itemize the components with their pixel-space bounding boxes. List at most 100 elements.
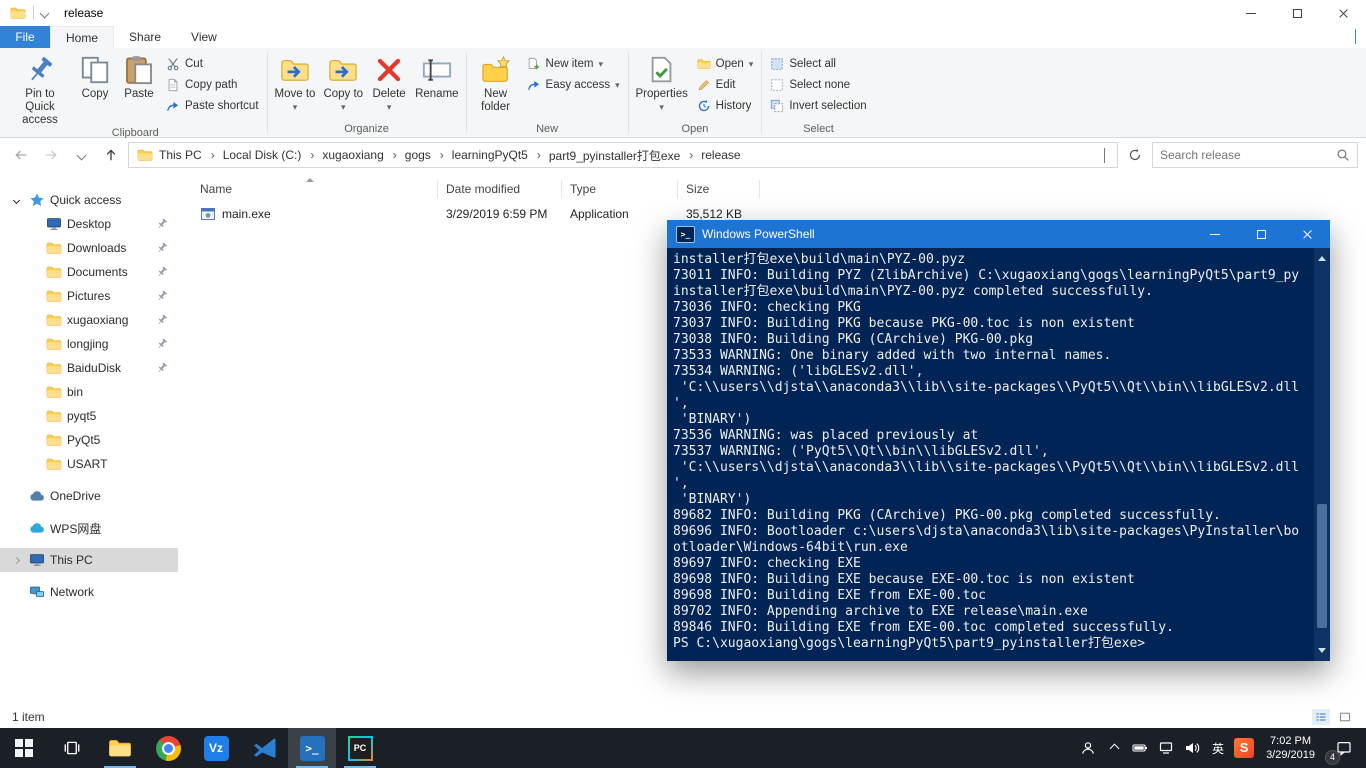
scroll-down-icon[interactable] — [1318, 648, 1326, 657]
search-icon[interactable] — [1336, 148, 1350, 162]
address-dropdown-icon[interactable] — [1096, 148, 1113, 162]
column-header-name[interactable]: Name — [192, 180, 438, 198]
button-label: Copy — [82, 88, 109, 101]
people-button[interactable] — [1075, 728, 1101, 768]
group-label: Open — [632, 120, 759, 137]
sogou-ime-button[interactable]: S — [1231, 728, 1257, 768]
paste-shortcut-button[interactable]: Paste shortcut — [161, 95, 264, 116]
move-to-button[interactable]: Move to — [271, 50, 320, 114]
easy-access-button[interactable]: Easy access — [522, 74, 625, 95]
minimize-button[interactable] — [1228, 0, 1274, 26]
sidebar-item-downloads[interactable]: Downloads — [0, 236, 178, 260]
start-button[interactable] — [0, 728, 48, 768]
sidebar-item-pictures[interactable]: Pictures — [0, 284, 178, 308]
console-scrollbar[interactable] — [1314, 248, 1330, 661]
ime-indicator[interactable]: 英 — [1205, 728, 1231, 768]
sidebar-item-bin[interactable]: bin — [0, 380, 178, 404]
volume-status[interactable] — [1179, 728, 1205, 768]
new-folder-button[interactable]: New folder — [470, 50, 522, 114]
taskbar-file-explorer[interactable] — [96, 728, 144, 768]
breadcrumb-segment[interactable]: learningPyQt5 — [448, 148, 545, 162]
back-button[interactable] — [8, 143, 34, 167]
column-header-date-modified[interactable]: Date modified — [438, 180, 562, 198]
sidebar-item-longjing[interactable]: longjing — [0, 332, 178, 356]
expander-icon[interactable] — [8, 558, 24, 563]
network-status[interactable] — [1153, 728, 1179, 768]
properties-button[interactable]: Properties — [632, 50, 692, 114]
sidebar-item-documents[interactable]: Documents — [0, 260, 178, 284]
tab-share[interactable]: Share — [114, 26, 176, 48]
sidebar-item-baidudisk[interactable]: BaiduDisk — [0, 356, 178, 380]
recent-locations-dropdown[interactable] — [68, 143, 94, 167]
edit-button[interactable]: Edit — [692, 74, 759, 95]
copy-button[interactable]: Copy — [73, 50, 117, 101]
task-view-button[interactable] — [48, 728, 96, 768]
taskbar-vscode[interactable] — [240, 728, 288, 768]
tab-view[interactable]: View — [176, 26, 232, 48]
sidebar-item-this-pc[interactable]: This PC — [0, 548, 178, 572]
large-icons-view-button[interactable] — [1336, 709, 1354, 725]
taskbar-chrome[interactable] — [144, 728, 192, 768]
breadcrumb-segment[interactable]: This PC — [155, 148, 219, 162]
close-button[interactable] — [1320, 0, 1366, 26]
minimize-button[interactable] — [1192, 220, 1238, 248]
new-item-button[interactable]: New item — [522, 53, 625, 74]
history-button[interactable]: History — [692, 95, 759, 116]
taskbar-pycharm[interactable]: PC — [336, 728, 384, 768]
show-hidden-icons-button[interactable] — [1101, 728, 1127, 768]
battery-status[interactable] — [1127, 728, 1153, 768]
close-button[interactable] — [1284, 220, 1330, 248]
cut-button[interactable]: Cut — [161, 53, 264, 74]
column-header-size[interactable]: Size — [678, 180, 760, 198]
taskbar-wiznote[interactable]: Vz — [192, 728, 240, 768]
tab-file[interactable]: File — [0, 26, 50, 48]
console-output[interactable]: installer打包exe\build\main\PYZ-00.pyz 730… — [667, 248, 1330, 661]
sidebar-item-pyqt5-upper[interactable]: PyQt5 — [0, 428, 178, 452]
maximize-button[interactable] — [1238, 220, 1284, 248]
copy-path-button[interactable]: Copy path — [161, 74, 264, 95]
sidebar-item-quick-access[interactable]: Quick access — [0, 188, 178, 212]
breadcrumb-segment[interactable]: release — [697, 148, 744, 162]
powershell-titlebar[interactable]: >_ Windows PowerShell — [667, 220, 1330, 248]
customize-toolbar-icon[interactable] — [40, 8, 50, 18]
pin-to-quick-access-button[interactable]: Pin to Quick access — [7, 50, 73, 127]
scrollbar-thumb[interactable] — [1317, 504, 1327, 628]
invert-selection-button[interactable]: Invert selection — [765, 95, 871, 116]
breadcrumb-segment[interactable]: part9_pyinstaller打包exe — [545, 147, 697, 164]
select-none-button[interactable]: Select none — [765, 74, 871, 95]
select-all-button[interactable]: Select all — [765, 53, 871, 74]
button-label: Cut — [185, 58, 203, 70]
maximize-button[interactable] — [1274, 0, 1320, 26]
rename-button[interactable]: Rename — [411, 50, 462, 101]
tab-home[interactable]: Home — [50, 26, 114, 48]
collapse-ribbon-icon[interactable] — [1355, 30, 1356, 44]
breadcrumb-segment[interactable]: xugaoxiang — [318, 148, 400, 162]
breadcrumb-segment[interactable]: gogs — [401, 148, 448, 162]
expander-icon[interactable] — [8, 198, 24, 203]
details-view-button[interactable] — [1312, 709, 1330, 725]
up-button[interactable] — [98, 143, 124, 167]
folder-icon — [46, 264, 62, 280]
sidebar-item-wps-cloud[interactable]: WPS网盘 — [0, 516, 178, 540]
sidebar-item-pyqt5-lower[interactable]: pyqt5 — [0, 404, 178, 428]
sidebar-item-desktop[interactable]: Desktop — [0, 212, 178, 236]
open-button[interactable]: Open — [692, 53, 759, 74]
copy-to-button[interactable]: Copy to — [319, 50, 367, 114]
sidebar-item-onedrive[interactable]: OneDrive — [0, 484, 178, 508]
scroll-up-icon[interactable] — [1318, 252, 1326, 261]
clock[interactable]: 7:02 PM 3/29/2019 — [1257, 734, 1324, 762]
breadcrumb-bar[interactable]: This PC Local Disk (C:) xugaoxiang gogs … — [128, 142, 1118, 168]
explorer-titlebar[interactable]: release — [0, 0, 1366, 26]
paste-button[interactable]: Paste — [117, 50, 161, 101]
sidebar-item-network[interactable]: Network — [0, 580, 178, 604]
column-header-type[interactable]: Type — [562, 180, 678, 198]
refresh-button[interactable] — [1122, 143, 1148, 167]
breadcrumb-segment[interactable]: Local Disk (C:) — [219, 148, 319, 162]
delete-button[interactable]: Delete — [367, 50, 411, 114]
search-input[interactable] — [1160, 148, 1330, 162]
taskbar-powershell[interactable]: >_ — [288, 728, 336, 768]
sidebar-item-xugaoxiang[interactable]: xugaoxiang — [0, 308, 178, 332]
forward-button[interactable] — [38, 143, 64, 167]
sidebar-item-usart[interactable]: USART — [0, 452, 178, 476]
action-center-button[interactable]: 4 — [1324, 728, 1364, 768]
